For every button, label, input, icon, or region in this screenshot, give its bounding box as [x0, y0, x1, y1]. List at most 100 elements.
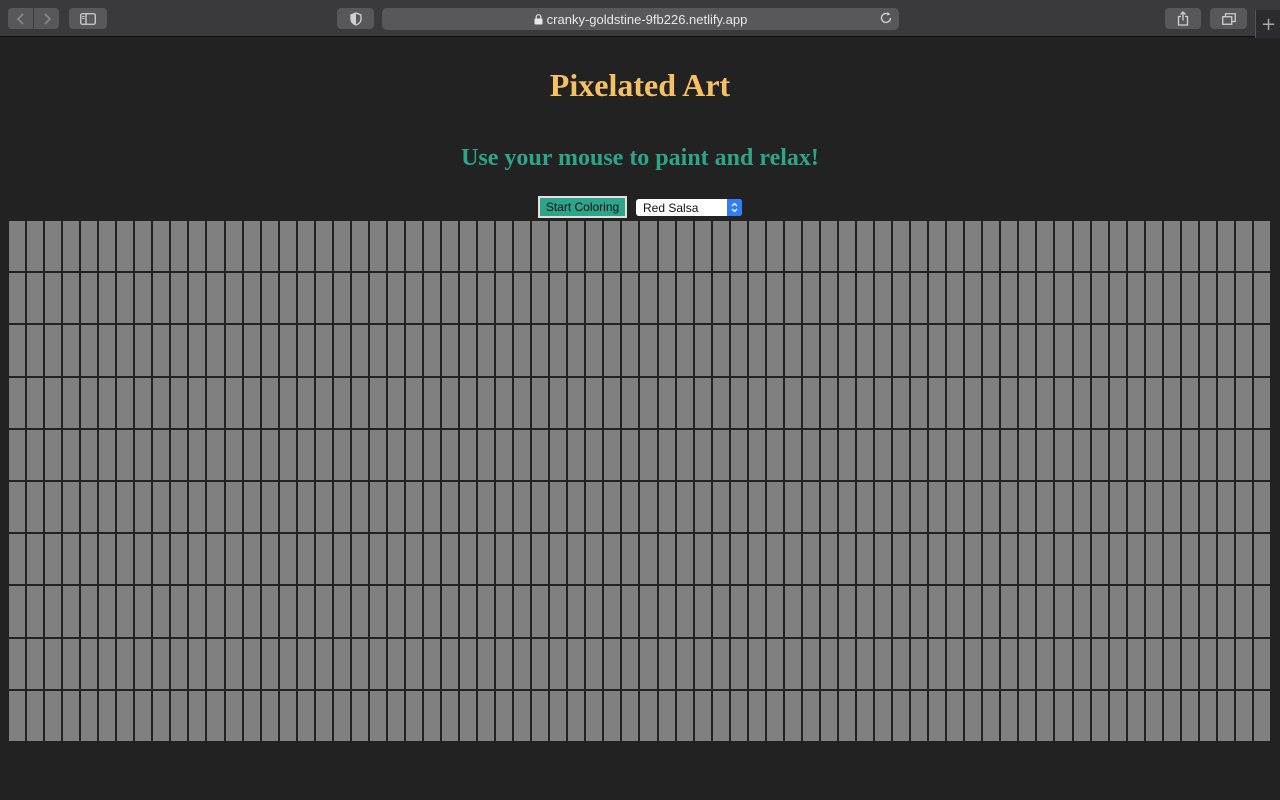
pixel-cell[interactable]: [1001, 690, 1018, 741]
pixel-cell[interactable]: [442, 377, 459, 428]
pixel-cell[interactable]: [1199, 221, 1216, 272]
pixel-cell[interactable]: [676, 638, 693, 689]
pixel-cell[interactable]: [1199, 429, 1216, 480]
pixel-cell[interactable]: [893, 690, 910, 741]
pixel-cell[interactable]: [929, 325, 946, 376]
pixel-cell[interactable]: [1163, 377, 1180, 428]
pixel-cell[interactable]: [369, 377, 386, 428]
pixel-cell[interactable]: [929, 377, 946, 428]
pixel-cell[interactable]: [496, 325, 513, 376]
pixel-cell[interactable]: [9, 638, 26, 689]
pixel-cell[interactable]: [45, 534, 62, 585]
pixel-cell[interactable]: [1037, 377, 1054, 428]
pixel-cell[interactable]: [802, 325, 819, 376]
pixel-cell[interactable]: [225, 482, 242, 533]
pixel-cell[interactable]: [1145, 638, 1162, 689]
pixel-cell[interactable]: [622, 690, 639, 741]
pixel-cell[interactable]: [297, 690, 314, 741]
pixel-cell[interactable]: [387, 273, 404, 324]
pixel-cell[interactable]: [947, 482, 964, 533]
pixel-cell[interactable]: [875, 586, 892, 637]
pixel-cell[interactable]: [369, 273, 386, 324]
pixel-cell[interactable]: [802, 534, 819, 585]
pixel-cell[interactable]: [81, 221, 98, 272]
pixel-cell[interactable]: [297, 534, 314, 585]
pixel-cell[interactable]: [387, 377, 404, 428]
pixel-cell[interactable]: [1145, 586, 1162, 637]
pixel-cell[interactable]: [568, 482, 585, 533]
pixel-cell[interactable]: [784, 377, 801, 428]
pixel-cell[interactable]: [1217, 273, 1234, 324]
pixel-cell[interactable]: [153, 429, 170, 480]
pixel-cell[interactable]: [207, 534, 224, 585]
pixel-cell[interactable]: [405, 429, 422, 480]
pixel-cell[interactable]: [658, 429, 675, 480]
pixel-cell[interactable]: [243, 534, 260, 585]
pixel-cell[interactable]: [1037, 325, 1054, 376]
pixel-cell[interactable]: [694, 429, 711, 480]
pixel-cell[interactable]: [405, 325, 422, 376]
pixel-cell[interactable]: [965, 534, 982, 585]
pixel-cell[interactable]: [929, 638, 946, 689]
pixel-cell[interactable]: [27, 690, 44, 741]
pixel-cell[interactable]: [333, 429, 350, 480]
pixel-cell[interactable]: [766, 534, 783, 585]
pixel-cell[interactable]: [315, 429, 332, 480]
pixel-cell[interactable]: [81, 273, 98, 324]
pixel-cell[interactable]: [1019, 273, 1036, 324]
pixel-cell[interactable]: [496, 534, 513, 585]
pixel-cell[interactable]: [135, 586, 152, 637]
pixel-cell[interactable]: [676, 690, 693, 741]
pixel-cell[interactable]: [568, 325, 585, 376]
pixel-cell[interactable]: [730, 690, 747, 741]
pixel-cell[interactable]: [857, 534, 874, 585]
pixel-cell[interactable]: [387, 325, 404, 376]
pixel-cell[interactable]: [514, 429, 531, 480]
pixel-cell[interactable]: [1073, 482, 1090, 533]
start-coloring-button[interactable]: Start Coloring: [538, 196, 627, 218]
pixel-cell[interactable]: [730, 638, 747, 689]
pixel-cell[interactable]: [983, 273, 1000, 324]
pixel-cell[interactable]: [405, 638, 422, 689]
pixel-cell[interactable]: [947, 273, 964, 324]
pixel-cell[interactable]: [225, 690, 242, 741]
pixel-cell[interactable]: [550, 273, 567, 324]
pixel-cell[interactable]: [171, 429, 188, 480]
pixel-cell[interactable]: [550, 534, 567, 585]
pixel-cell[interactable]: [875, 221, 892, 272]
pixel-cell[interactable]: [784, 429, 801, 480]
pixel-cell[interactable]: [387, 429, 404, 480]
pixel-cell[interactable]: [911, 273, 928, 324]
pixel-cell[interactable]: [658, 273, 675, 324]
pixel-cell[interactable]: [1235, 534, 1252, 585]
pixel-cell[interactable]: [351, 221, 368, 272]
pixel-cell[interactable]: [81, 482, 98, 533]
pixel-cell[interactable]: [261, 482, 278, 533]
pixel-cell[interactable]: [423, 586, 441, 637]
pixel-cell[interactable]: [604, 273, 621, 324]
pixel-cell[interactable]: [135, 325, 152, 376]
pixel-cell[interactable]: [1163, 690, 1180, 741]
pixel-cell[interactable]: [405, 377, 422, 428]
pixel-cell[interactable]: [442, 273, 459, 324]
pixel-cell[interactable]: [1181, 534, 1198, 585]
pixel-cell[interactable]: [207, 221, 224, 272]
pixel-cell[interactable]: [351, 377, 368, 428]
pixel-cell[interactable]: [1001, 221, 1018, 272]
pixel-cell[interactable]: [1181, 221, 1198, 272]
pixel-cell[interactable]: [1091, 534, 1108, 585]
pixel-cell[interactable]: [63, 690, 80, 741]
pixel-cell[interactable]: [1055, 429, 1072, 480]
pixel-cell[interactable]: [1145, 273, 1162, 324]
pixel-cell[interactable]: [135, 221, 152, 272]
pixel-cell[interactable]: [838, 690, 855, 741]
pixel-cell[interactable]: [550, 221, 567, 272]
pixel-cell[interactable]: [496, 482, 513, 533]
pixel-cell[interactable]: [730, 482, 747, 533]
pixel-cell[interactable]: [658, 377, 675, 428]
pixel-cell[interactable]: [99, 586, 116, 637]
pixel-cell[interactable]: [9, 273, 26, 324]
pixel-cell[interactable]: [81, 638, 98, 689]
pixel-cell[interactable]: [45, 638, 62, 689]
pixel-cell[interactable]: [586, 377, 603, 428]
